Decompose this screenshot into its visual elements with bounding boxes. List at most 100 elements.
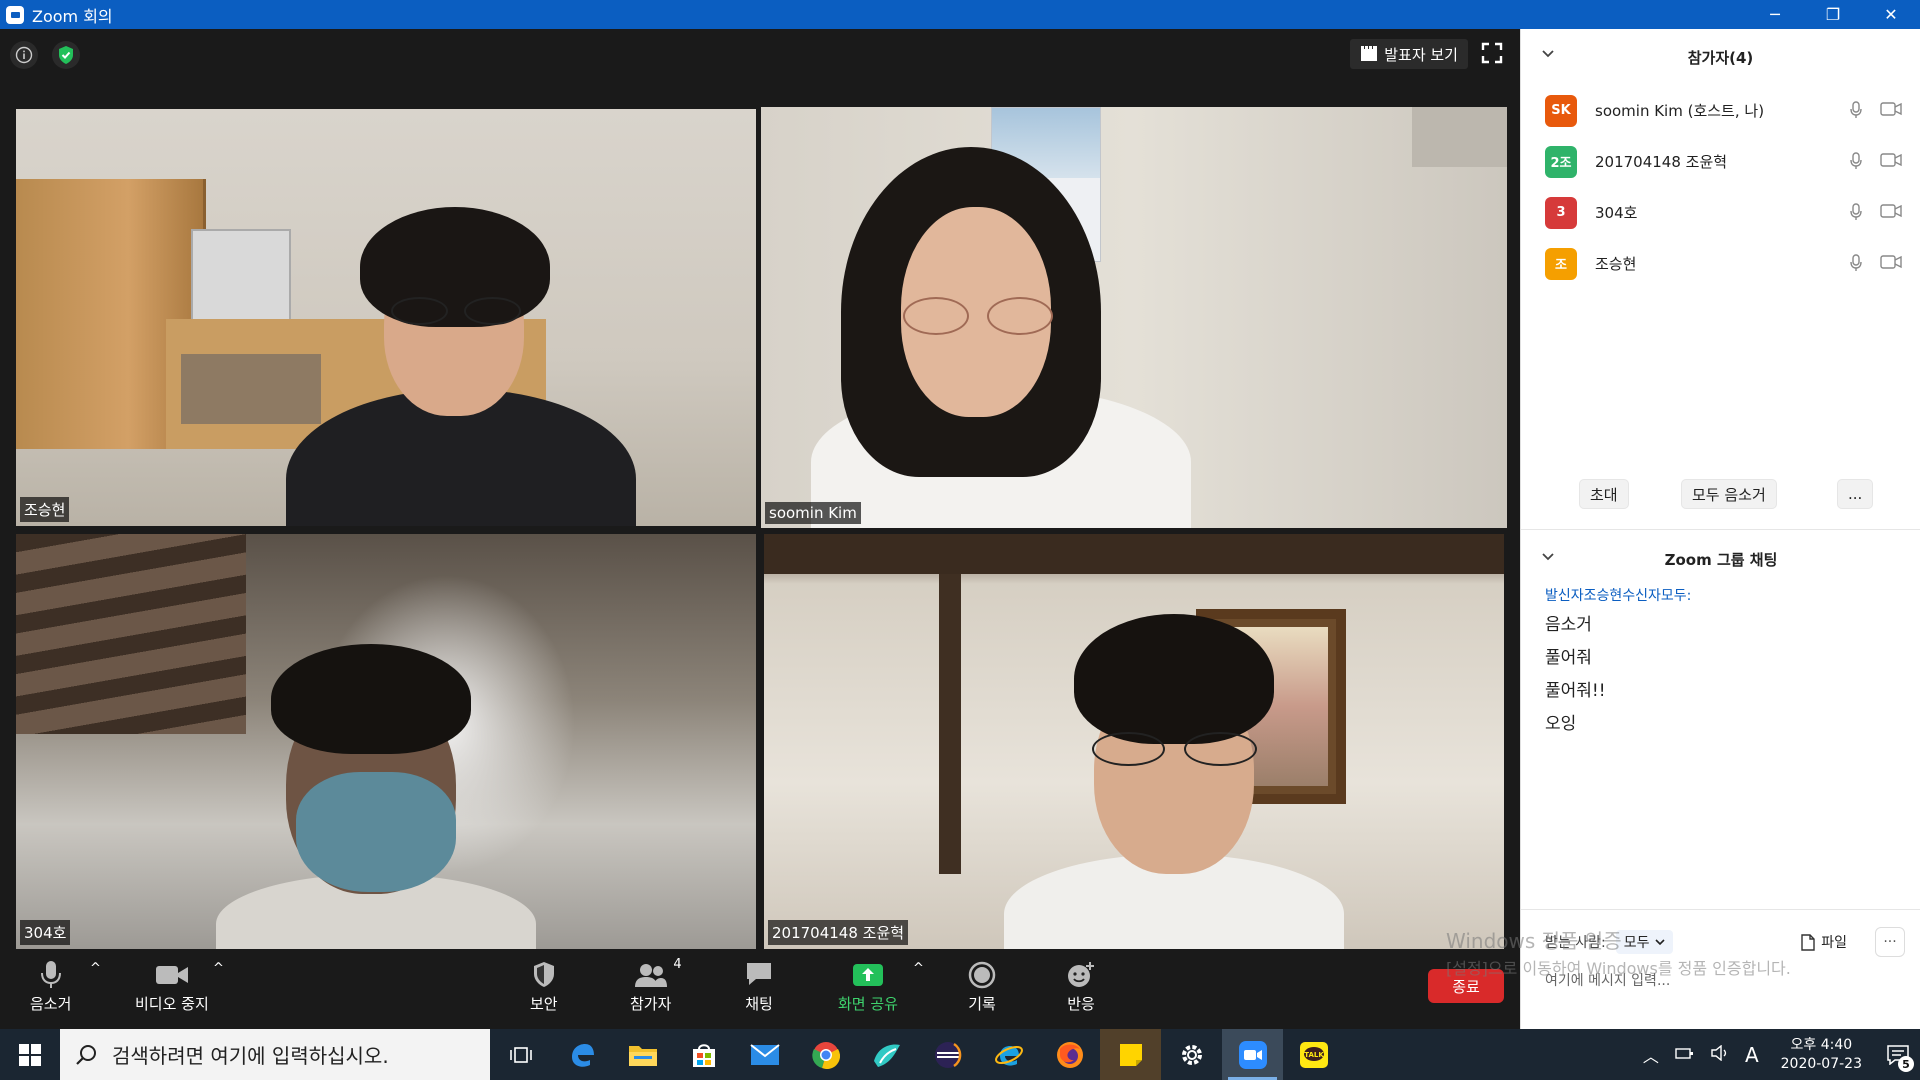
file-icon [1801,933,1815,951]
chat-message-list: 음소거 풀어줘 풀어줘!! 오잉 [1545,613,1606,745]
video-options-caret[interactable]: ^ [213,961,224,976]
microphone-icon[interactable] [1850,152,1862,170]
recipient-select[interactable]: 모두 [1615,930,1674,954]
firefox-icon[interactable] [1039,1029,1100,1080]
chrome-icon[interactable] [795,1029,856,1080]
participant-row[interactable]: 조 조승현 [1521,238,1920,289]
maximize-button[interactable]: ❐ [1804,0,1862,29]
reactions-label: 반응 [1067,995,1095,1013]
video-tile[interactable]: 조승현 [16,109,756,526]
participant-row[interactable]: 2조 201704148 조윤혁 [1521,136,1920,187]
store-icon[interactable] [673,1029,734,1080]
speaker-view-label: 발표자 보기 [1384,45,1458,64]
speaker-view-button[interactable]: 발표자 보기 [1350,39,1468,69]
participant-name-label: 조승현 [20,497,70,522]
sticky-notes-icon[interactable] [1100,1029,1161,1080]
settings-gear-icon[interactable] [1161,1029,1222,1080]
microphone-icon[interactable] [1850,254,1862,272]
task-view-icon[interactable] [490,1029,551,1080]
edge-icon[interactable] [551,1029,612,1080]
chevron-down-icon[interactable] [1541,552,1555,562]
avatar: 3 [1545,196,1577,229]
audio-options-caret[interactable]: ^ [90,961,101,976]
network-icon[interactable] [1675,1045,1695,1065]
video-camera-icon[interactable] [1880,153,1902,167]
microphone-icon [40,961,61,988]
minimize-button[interactable]: ─ [1746,0,1804,29]
windows-start-icon[interactable] [0,1029,60,1080]
window-title: Zoom 회의 [32,6,113,26]
microphone-icon[interactable] [1850,203,1862,221]
notification-count: 5 [1898,1056,1914,1072]
participant-row[interactable]: 3 304호 [1521,187,1920,238]
recipient-select-value: 모두 [1623,935,1650,951]
file-button[interactable]: 파일 [1801,932,1847,952]
share-screen-button[interactable]: 화면 공유 [838,957,898,1014]
chat-more-button[interactable]: ··· [1875,927,1905,957]
chevron-up-icon[interactable]: ︿ [1643,1043,1659,1067]
video-camera-icon[interactable] [1880,204,1902,218]
shield-check-icon[interactable] [52,41,80,69]
participant-list: SK soomin Kim (호스트, 나) 2조 201704148 조윤혁 … [1521,85,1920,289]
video-tile-active-speaker[interactable]: soomin Kim [761,107,1507,528]
end-meeting-button[interactable]: 종료 [1428,969,1504,1003]
kakaotalk-icon[interactable]: TALK [1283,1029,1344,1080]
video-tile[interactable]: 304호 [16,534,756,949]
share-options-caret[interactable]: ^ [913,961,924,976]
fullscreen-icon[interactable] [1480,41,1506,67]
kakao-talk-blue-icon[interactable] [856,1029,917,1080]
meeting-toolbar: 음소거 ^ 비디오 중지 ^ 보안 4 참가자 채팅 화면 공유 ^ 기록 반응… [0,949,1520,1029]
video-camera-icon[interactable] [1880,255,1902,269]
taskbar-search[interactable]: 검색하려면 여기에 입력하십시오. [60,1029,490,1080]
file-explorer-icon[interactable] [612,1029,673,1080]
video-camera-icon [155,966,188,984]
chat-button[interactable]: 채팅 [744,957,774,1014]
mail-icon[interactable] [734,1029,795,1080]
chevron-down-icon [1655,938,1666,945]
participants-button[interactable]: 4 참가자 [630,957,682,1014]
ime-indicator[interactable]: A [1745,1043,1759,1067]
info-icon[interactable] [10,41,38,69]
participant-name-label: soomin Kim [765,502,861,524]
participant-name: 조승현 [1595,255,1637,273]
more-options-button[interactable]: ... [1837,479,1874,509]
record-label: 기록 [968,995,996,1013]
mute-all-button[interactable]: 모두 음소거 [1681,479,1777,509]
participant-name: 201704148 조윤혁 [1595,153,1728,171]
internet-explorer-icon[interactable] [978,1029,1039,1080]
microphone-icon[interactable] [1850,101,1862,119]
clock-time: 오후 4:40 [1790,1036,1853,1053]
participants-panel-header: 참가자(4) [1521,29,1920,85]
send-to-label: 받는 사람: [1545,935,1606,951]
notification-center-icon[interactable]: 5 [1876,1029,1920,1080]
search-placeholder: 검색하려면 여기에 입력하십시오. [112,1044,389,1068]
sender-name[interactable]: 조승현 [1584,588,1623,604]
chat-label: 채팅 [745,995,773,1013]
chevron-down-icon[interactable] [1541,49,1555,59]
participant-name: 304호 [1595,204,1638,222]
record-button[interactable]: 기록 [968,957,996,1014]
divider [1521,529,1920,530]
share-screen-icon [852,964,883,986]
divider [1521,909,1920,910]
emoji-icon [1068,962,1094,987]
chat-message-input[interactable] [1545,966,1905,996]
invite-button[interactable]: 초대 [1579,479,1629,509]
participant-row[interactable]: SK soomin Kim (호스트, 나) [1521,85,1920,136]
stop-video-button[interactable]: 비디오 중지 [135,957,209,1014]
eclipse-icon[interactable] [917,1029,978,1080]
video-camera-icon[interactable] [1880,102,1902,116]
chat-message: 오잉 [1545,714,1577,734]
mute-label: 음소거 [30,995,72,1013]
clock[interactable]: 오후 4:40 2020-07-23 [1781,1036,1862,1074]
mute-button[interactable]: 음소거 [30,957,71,1014]
security-button[interactable]: 보안 [530,957,558,1014]
avatar: 2조 [1545,145,1577,178]
speaker-icon[interactable] [1711,1044,1729,1065]
participants-panel-title: 참가자(4) [1687,48,1754,67]
reactions-button[interactable]: 반응 [1066,957,1096,1014]
zoom-taskbar-icon[interactable] [1222,1029,1283,1080]
video-tile[interactable]: 201704148 조윤혁 [764,534,1504,949]
close-button[interactable]: ✕ [1862,0,1920,29]
participant-name-label: 201704148 조윤혁 [768,920,909,945]
